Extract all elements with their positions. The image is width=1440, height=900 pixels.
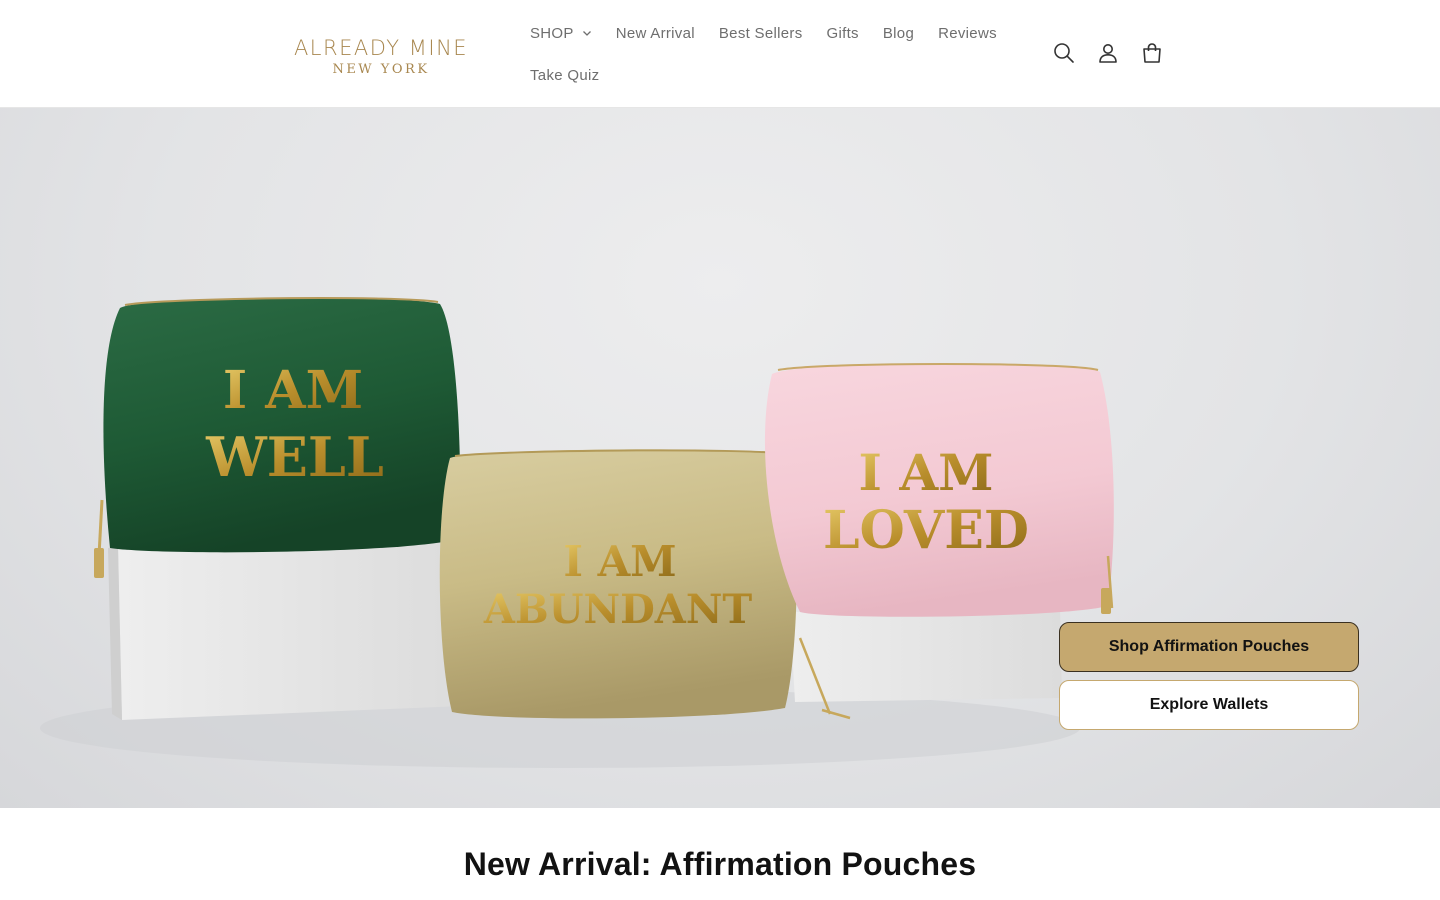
account-button[interactable] [1086, 31, 1130, 75]
logo-wordmark: ALREADY MINE [293, 36, 469, 60]
cart-button[interactable] [1130, 31, 1174, 75]
main-nav: SHOP New Arrival Best Sellers Gifts Blog… [518, 12, 1028, 96]
nav-item-gifts[interactable]: Gifts [815, 12, 871, 54]
brand-logo[interactable]: ALREADY MINE NEW YORK [276, 36, 486, 79]
search-button[interactable] [1042, 31, 1086, 75]
nav-item-label: SHOP [530, 24, 574, 42]
logo-city: NEW YORK [332, 62, 430, 77]
header-icons [1042, 31, 1174, 75]
nav-item-label: Best Sellers [718, 24, 803, 42]
nav-item-take-quiz[interactable]: Take Quiz [518, 54, 611, 96]
pouch-well-line1: I AM [223, 360, 363, 421]
search-icon [1054, 43, 1074, 63]
pouch-well-line2: WELL [205, 425, 384, 489]
nav-item-new-arrival[interactable]: New Arrival [604, 12, 707, 54]
pouch-abundant-line2: ABUNDANT [483, 586, 753, 633]
nav-item-label: Gifts [826, 24, 859, 42]
nav-item-label: Take Quiz [530, 66, 600, 84]
nav-row-2: Take Quiz [518, 54, 1028, 96]
section-title: New Arrival: Affirmation Pouches [463, 846, 977, 882]
nav-item-label: New Arrival [615, 24, 695, 42]
pouch-loved-line2: LOVED [823, 500, 1029, 561]
nav-item-shop[interactable]: SHOP [518, 12, 604, 54]
shop-affirmation-pouches-button[interactable]: Shop Affirmation Pouches [1059, 622, 1359, 672]
chevron-down-icon [582, 31, 591, 36]
pouch-abundant-line1: I AM [563, 537, 676, 586]
hero-banner: I AM WELL I AM ABUNDANT I AM LOVED Shop … [0, 108, 1440, 808]
nav-item-reviews[interactable]: Reviews [926, 12, 1009, 54]
explore-wallets-button[interactable]: Explore Wallets [1059, 680, 1359, 730]
nav-item-blog[interactable]: Blog [871, 12, 926, 54]
cart-icon [1143, 43, 1161, 63]
site-header: ALREADY MINE NEW YORK SHOP New Arrival B… [0, 0, 1440, 108]
nav-item-label: Blog [882, 24, 915, 42]
nav-item-label: Reviews [938, 24, 997, 42]
pouch-loved-line1: I AM [859, 443, 994, 502]
account-icon [1099, 44, 1117, 63]
nav-item-best-sellers[interactable]: Best Sellers [707, 12, 815, 54]
nav-row-1: SHOP New Arrival Best Sellers Gifts Blog… [518, 12, 1028, 54]
